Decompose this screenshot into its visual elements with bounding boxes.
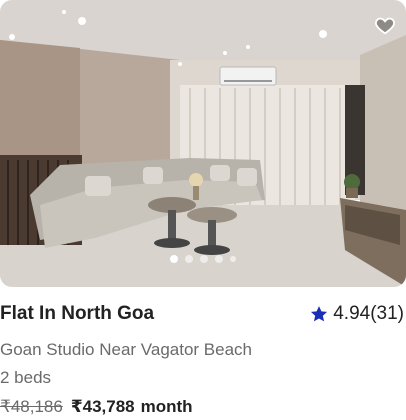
- heart-icon[interactable]: [374, 14, 396, 36]
- original-price: ₹48,186: [0, 397, 63, 416]
- listing-beds: 2 beds: [0, 368, 52, 387]
- listing-title: Flat In North Goa: [0, 303, 155, 324]
- carousel-dots[interactable]: [0, 255, 406, 263]
- carousel-dot[interactable]: [185, 255, 193, 263]
- carousel-dot[interactable]: [170, 255, 178, 263]
- carousel-dot[interactable]: [230, 256, 236, 262]
- carousel-dot[interactable]: [200, 255, 208, 263]
- rating: 4.94(31): [309, 303, 404, 325]
- rating-value: 4.94(31): [333, 303, 404, 324]
- listing-subtitle: Goan Studio Near Vagator Beach: [0, 340, 253, 359]
- room-image: [0, 0, 406, 287]
- listing-photo[interactable]: [0, 0, 406, 287]
- star-icon: [311, 306, 328, 322]
- price: ₹48,186 ₹43,788 month: [0, 397, 193, 417]
- carousel-dot[interactable]: [215, 255, 223, 263]
- listing-card[interactable]: Flat In North Goa 4.94(31) Goan Studio N…: [0, 0, 406, 420]
- title-row: Flat In North Goa 4.94(31): [0, 303, 404, 325]
- price-unit: month: [140, 397, 193, 416]
- discounted-price: ₹43,788: [70, 397, 135, 416]
